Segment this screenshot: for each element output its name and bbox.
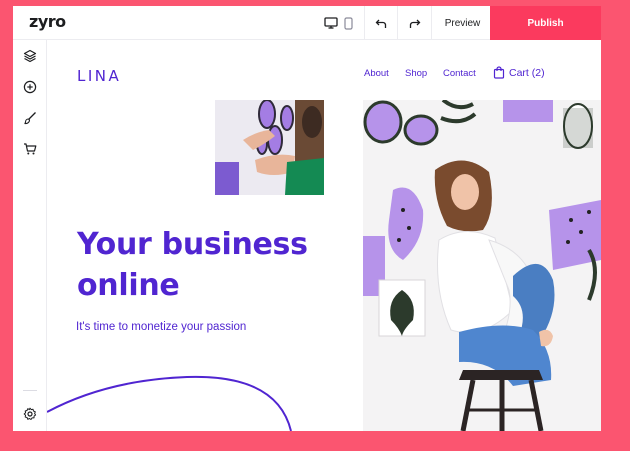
- settings-icon[interactable]: [22, 406, 38, 422]
- shopping-bag-icon: [493, 66, 505, 79]
- toolbar-divider: [431, 6, 432, 40]
- hero-headline[interactable]: Your business online: [77, 224, 357, 306]
- hero-headline-line-1: Your business: [77, 227, 308, 262]
- zyro-logo[interactable]: zyro: [29, 12, 66, 31]
- redo-icon[interactable]: [406, 14, 424, 32]
- undo-icon[interactable]: [372, 14, 390, 32]
- decorative-curve: [47, 375, 292, 431]
- cart-link[interactable]: Cart (2): [493, 66, 545, 79]
- mobile-view-icon[interactable]: [339, 14, 357, 32]
- nav-link-shop[interactable]: Shop: [405, 68, 427, 79]
- toolbar-divider: [397, 6, 398, 40]
- editor-window: zyro Preview Publish LINA About Shop Con…: [13, 6, 601, 431]
- sidebar-divider: [23, 390, 37, 391]
- top-toolbar: zyro Preview Publish: [13, 6, 601, 40]
- left-sidebar: [13, 40, 47, 431]
- preview-button[interactable]: Preview: [435, 6, 490, 40]
- website-canvas[interactable]: LINA About Shop Contact Cart (2) Your bu…: [47, 40, 601, 431]
- hero-subheadline[interactable]: It's time to monetize your passion: [76, 321, 246, 333]
- nav-link-contact[interactable]: Contact: [443, 68, 476, 79]
- site-brand-logo[interactable]: LINA: [77, 67, 121, 85]
- nav-link-about[interactable]: About: [364, 68, 389, 79]
- desktop-view-icon[interactable]: [322, 14, 340, 32]
- cart-icon[interactable]: [22, 141, 38, 157]
- add-element-icon[interactable]: [22, 79, 38, 95]
- brush-icon[interactable]: [22, 110, 38, 126]
- toolbar-divider: [364, 6, 365, 40]
- hero-photo-large[interactable]: [363, 100, 601, 431]
- hero-photo-small[interactable]: [215, 100, 324, 195]
- hero-headline-line-2: online: [77, 268, 180, 303]
- layers-icon[interactable]: [22, 48, 38, 64]
- publish-button[interactable]: Publish: [490, 6, 601, 40]
- cart-label: Cart (2): [509, 66, 545, 79]
